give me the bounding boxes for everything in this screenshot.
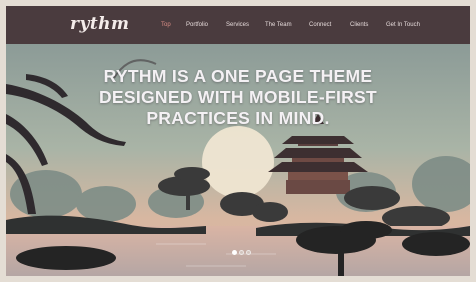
hero-headline: RYTHM IS A ONE PAGE THEME DESIGNED WITH … [6, 66, 470, 129]
headline-line: PRACTICES IN MIND. [146, 108, 330, 128]
slider-dot-3[interactable] [246, 250, 251, 255]
nav-item-clients[interactable]: Clients [350, 21, 368, 29]
browser-viewport: rythm Top Portfolio Services The Team Co… [6, 6, 470, 276]
nav-item-the-team[interactable]: The Team [265, 21, 292, 29]
nav-item-connect[interactable]: Connect [309, 21, 331, 29]
slider-dot-2[interactable] [239, 250, 244, 255]
headline-line: RYTHM IS A ONE PAGE THEME [103, 66, 373, 86]
nav-item-services[interactable]: Services [226, 21, 249, 29]
moon-shape [202, 126, 274, 198]
top-navbar: rythm Top Portfolio Services The Team Co… [6, 6, 470, 44]
headline-line: DESIGNED WITH MOBILE-FIRST [98, 87, 378, 107]
nav-item-top[interactable]: Top [161, 21, 171, 29]
slider-dot-1[interactable] [232, 250, 237, 255]
nav-item-portfolio[interactable]: Portfolio [186, 21, 208, 29]
nav-item-get-in-touch[interactable]: Get In Touch [386, 21, 420, 29]
brand-logo[interactable]: rythm [70, 14, 130, 34]
